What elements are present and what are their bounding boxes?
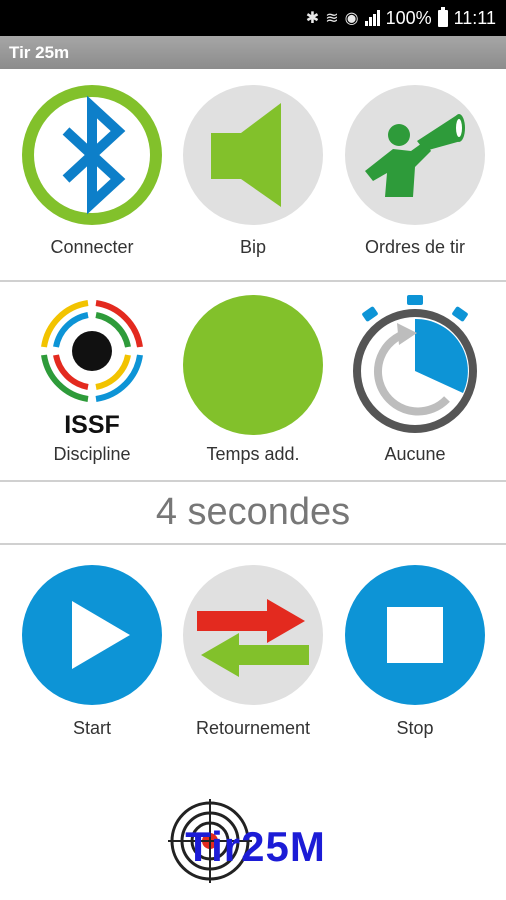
wifi-icon: ◉ bbox=[344, 10, 359, 27]
battery-icon bbox=[437, 6, 448, 27]
app-title-bar: Tir 25m bbox=[0, 36, 506, 69]
fire-orders-button[interactable]: Ordres de tir bbox=[340, 85, 490, 265]
bluetooth-icon: ✱ bbox=[305, 10, 320, 27]
stop-icon bbox=[345, 565, 485, 705]
issf-target-icon: ISSF bbox=[22, 295, 162, 439]
stop-label: Stop bbox=[396, 718, 434, 738]
logo-text: Tir25M bbox=[185, 823, 326, 870]
divider bbox=[0, 280, 506, 282]
issf-badge: ISSF bbox=[64, 411, 120, 435]
timer-label: Aucune bbox=[384, 444, 446, 464]
vibrate-icon: ≋ bbox=[325, 10, 339, 27]
beep-button[interactable]: Bip bbox=[178, 85, 328, 265]
divider bbox=[0, 480, 506, 482]
app-logo: Tir25M bbox=[168, 795, 343, 885]
swap-arrows-icon bbox=[183, 565, 323, 705]
signal-icon bbox=[364, 10, 380, 26]
divider bbox=[0, 543, 506, 545]
clock: 11:11 bbox=[453, 7, 496, 28]
connect-button[interactable]: Connecter bbox=[17, 85, 167, 265]
stopwatch-icon bbox=[345, 295, 485, 435]
timer-button[interactable]: Aucune bbox=[340, 295, 490, 475]
fire-orders-label: Ordres de tir bbox=[364, 237, 466, 257]
battery-percent: 100% bbox=[385, 7, 432, 28]
speaker-icon bbox=[183, 85, 323, 225]
status-icons: ✱ ≋ ◉ 100% 11:11 bbox=[306, 0, 496, 36]
discipline-button[interactable]: ISSF Discipline bbox=[17, 295, 167, 475]
green-circle-icon bbox=[183, 295, 323, 435]
stop-button[interactable]: Stop bbox=[340, 565, 490, 745]
megaphone-icon bbox=[345, 85, 485, 225]
start-button[interactable]: Start bbox=[17, 565, 167, 745]
extra-time-button[interactable]: Temps add. bbox=[178, 295, 328, 475]
app-title: Tir 25m bbox=[9, 43, 70, 62]
play-icon bbox=[22, 565, 162, 705]
delay-display: 4 secondes bbox=[155, 491, 351, 533]
turnaround-button[interactable]: Retournement bbox=[178, 565, 328, 745]
bluetooth-icon bbox=[22, 85, 162, 225]
status-bar: ✱ ≋ ◉ 100% 11:11 bbox=[0, 0, 506, 36]
